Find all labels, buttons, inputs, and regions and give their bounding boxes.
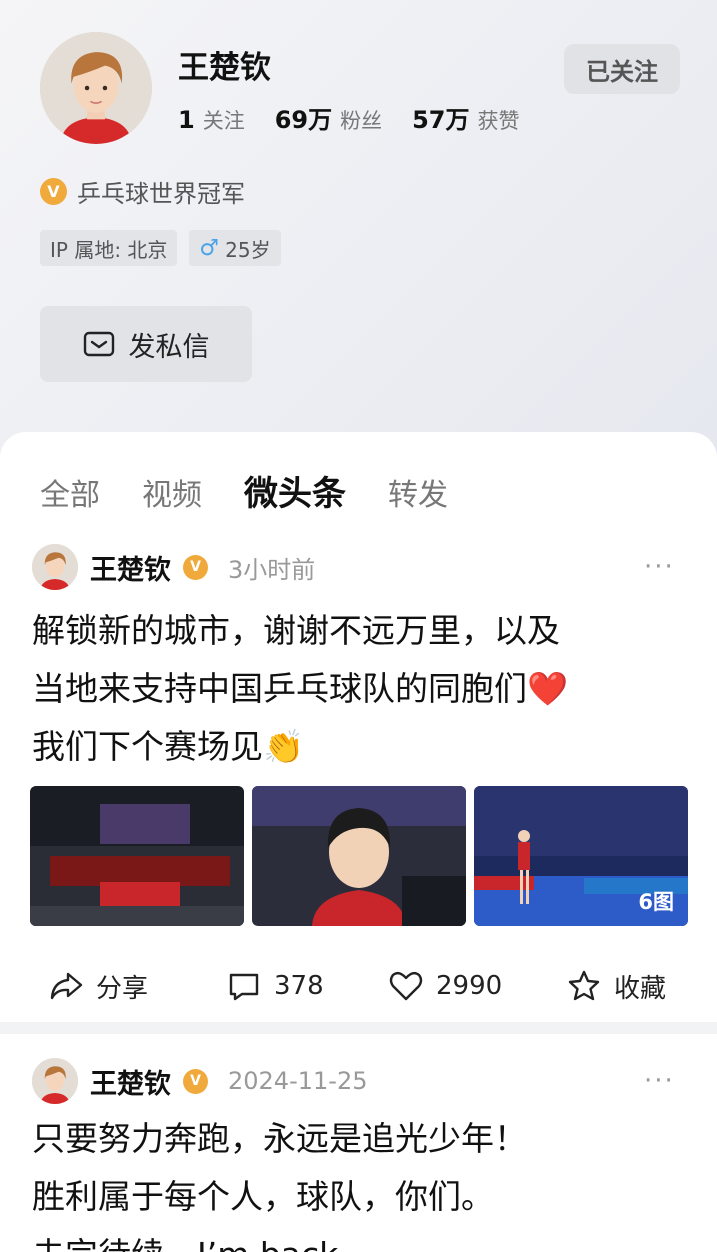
stat-followers[interactable]: 69万 粉丝: [275, 100, 382, 135]
followed-button[interactable]: 已关注: [564, 44, 680, 94]
stat-followers-count: 69万: [274, 106, 333, 134]
age-tag: ♂ 25岁: [189, 230, 281, 266]
like-button[interactable]: 2990: [388, 956, 502, 1016]
clapping-hands-icon: 👏: [263, 727, 305, 766]
heart-icon: [389, 971, 423, 1001]
content-tabs: 全部 视频 微头条 转发: [40, 466, 448, 515]
post-line: 胜利属于每个人，球队，你们。: [32, 1177, 494, 1216]
tab-reposts[interactable]: 转发: [388, 470, 448, 514]
direct-message-label: 发私信: [128, 331, 210, 363]
comment-count: 378: [274, 971, 324, 1001]
verified-badge-icon: V: [40, 178, 67, 205]
post-text[interactable]: 解锁新的城市，谢谢不远万里，以及 当地来支持中国乒乓球队的同胞们❤️ 我们下个赛…: [32, 602, 692, 776]
profile-tags: IP 属地: 北京 ♂ 25岁: [40, 230, 281, 266]
post-photo[interactable]: [30, 786, 244, 926]
post-photo-grid: 6图: [30, 786, 688, 926]
stat-following-label: 关注: [202, 109, 245, 133]
post-line-with-emoji: 当地来支持中国乒乓球队的同胞们❤️: [32, 660, 692, 718]
verification-text: 乒乓球世界冠军: [77, 180, 245, 208]
share-icon: [50, 972, 83, 1000]
post-actions: 分享 378 2990 收藏: [0, 956, 717, 1016]
like-count: 2990: [436, 971, 503, 1001]
profile-name: 王楚钦: [178, 50, 271, 86]
post-line-with-emoji: 我们下个赛场见👏: [32, 718, 692, 776]
stat-following-count: 1: [178, 106, 195, 134]
share-button[interactable]: 分享: [48, 956, 148, 1016]
comment-icon: [229, 973, 259, 1001]
tab-video[interactable]: 视频: [142, 470, 202, 514]
post-photo[interactable]: [252, 786, 466, 926]
post-time: 2024-11-25: [228, 1067, 368, 1095]
red-heart-icon: ❤️: [527, 669, 569, 708]
stat-likes: 57万 获赞: [412, 100, 519, 135]
stat-followers-label: 粉丝: [340, 109, 383, 133]
post-line-text: 我们下个赛场见: [32, 727, 263, 766]
profile-header: 王楚钦 1 关注 69万 粉丝 57万 获赞 已关注 V 乒乓球世界冠军 IP …: [0, 0, 717, 460]
post-line-text: 当地来支持中国乒乓球队的同胞们: [32, 669, 527, 708]
verification-row: V 乒乓球世界冠军: [40, 174, 245, 209]
post-time: 3小时前: [228, 555, 316, 584]
more-options-icon[interactable]: ···: [644, 552, 675, 582]
verified-badge-icon: V: [183, 1068, 208, 1094]
star-icon: [568, 970, 600, 1001]
stat-likes-label: 获赞: [477, 109, 520, 133]
post-line: 未完待续，I’m back: [32, 1226, 692, 1252]
ip-location-tag: IP 属地: 北京: [40, 230, 178, 266]
age-text: 25岁: [225, 237, 271, 262]
post-header: 王楚钦 V 2024-11-25: [32, 1056, 367, 1106]
stat-likes-count: 57万: [412, 106, 470, 134]
post-text[interactable]: 只要努力奔跑，永远是追光少年！ 胜利属于每个人，球队，你们。 未完待续，I’m …: [32, 1110, 692, 1252]
post-header: 王楚钦 V 3小时前: [32, 542, 315, 592]
verified-badge-icon: V: [183, 554, 208, 580]
post-author-avatar[interactable]: [32, 1058, 78, 1104]
mail-icon: [83, 331, 114, 357]
more-options-icon[interactable]: ···: [644, 1066, 675, 1096]
share-label: 分享: [96, 973, 149, 1004]
post-line: 只要努力奔跑，永远是追光少年！: [32, 1119, 527, 1158]
post-author-name[interactable]: 王楚钦: [90, 548, 171, 587]
ip-location-text: IP 属地: 北京: [50, 237, 168, 262]
photo-count-badge: 6图: [638, 890, 674, 914]
tab-all[interactable]: 全部: [40, 470, 100, 514]
post-photo[interactable]: 6图: [474, 786, 688, 926]
profile-avatar[interactable]: [40, 32, 152, 144]
male-icon: ♂: [199, 235, 220, 261]
post-line: 解锁新的城市，谢谢不远万里，以及: [32, 611, 560, 650]
post-author-name[interactable]: 王楚钦: [90, 1062, 171, 1101]
comment-button[interactable]: 378: [226, 956, 324, 1016]
direct-message-button[interactable]: 发私信: [40, 306, 252, 382]
favorite-label: 收藏: [614, 973, 667, 1004]
post-author-avatar[interactable]: [32, 544, 78, 590]
profile-stats: 1 关注 69万 粉丝 57万 获赞: [178, 100, 520, 135]
favorite-button[interactable]: 收藏: [566, 956, 666, 1016]
stat-following[interactable]: 1 关注: [178, 105, 245, 135]
tab-micro-posts[interactable]: 微头条: [244, 466, 346, 515]
post-divider: [0, 1022, 717, 1034]
feed-panel: 全部 视频 微头条 转发 王楚钦 V 3小时前 ··· 解锁新的城市，谢谢不远万…: [0, 432, 717, 1252]
